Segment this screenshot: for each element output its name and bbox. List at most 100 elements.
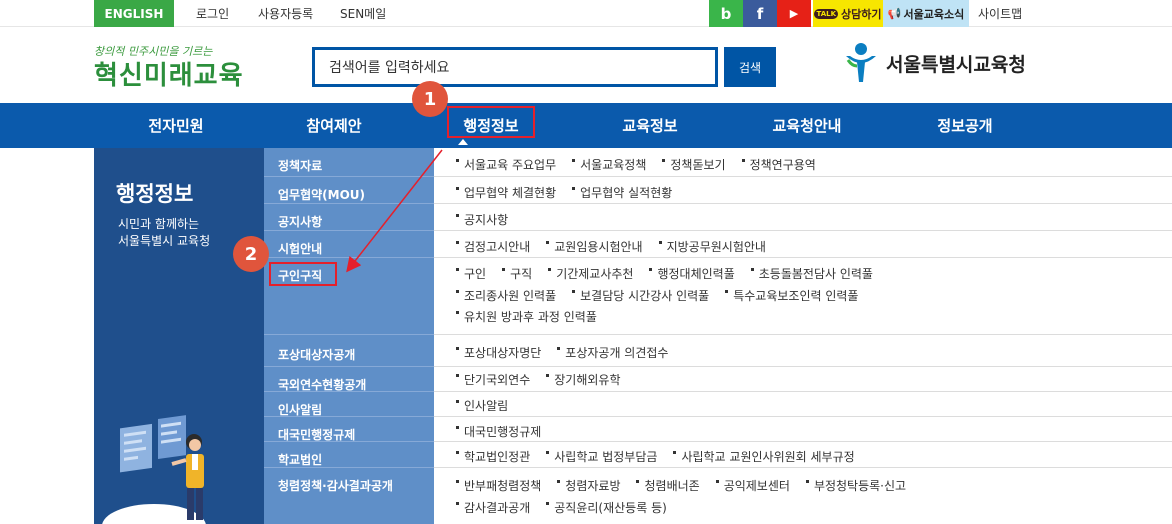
submenu-line: 구인 구직 기간제교사추천 행정대체인력풀 초등돌봄전담사 인력풀 bbox=[456, 265, 889, 282]
submenu-link[interactable]: 사립학교 교원인사위원회 세부규정 bbox=[673, 448, 855, 465]
utility-bar: ENGLISH 로그인 사용자등록 SEN메일 b f ▶ TALK 상담하기 … bbox=[0, 0, 1172, 27]
nav-item-disclosure[interactable]: 정보공개 bbox=[897, 103, 1033, 148]
sen-mail-link[interactable]: SEN메일 bbox=[340, 0, 386, 27]
news-label: 서울교육소식 bbox=[903, 7, 965, 21]
submenu-row: 공지사항 bbox=[434, 204, 1172, 231]
category-regulation[interactable]: 대국민행정규제 bbox=[264, 417, 434, 442]
category-policy[interactable]: 정책자료 bbox=[264, 148, 434, 177]
staff-illustration bbox=[102, 415, 206, 524]
submenu-link[interactable]: 포상대상자명단 bbox=[456, 344, 541, 361]
submenu-link[interactable]: 반부패청렴정책 bbox=[456, 477, 541, 494]
submenu-link[interactable]: 구인 bbox=[456, 265, 486, 282]
submenu-link[interactable]: 행정대체인력풀 bbox=[649, 265, 735, 282]
submenu-link[interactable]: 정책연구용역 bbox=[741, 156, 816, 173]
category-column: 정책자료 업무협약(MOU) 공지사항 시험안내 구인구직 포상대상자공개 국외… bbox=[264, 148, 434, 524]
submenu-row: 인사알림 bbox=[434, 392, 1172, 417]
submenu-line: 단기국외연수 장기해외유학 bbox=[456, 371, 637, 388]
kakao-consult-button[interactable]: TALK 상담하기 bbox=[813, 0, 883, 27]
sitemap-link[interactable]: 사이트맵 bbox=[978, 0, 1022, 27]
submenu-link[interactable]: 업무협약 실적현황 bbox=[572, 184, 672, 201]
submenu-link[interactable]: 구직 bbox=[502, 265, 532, 282]
consult-label: 상담하기 bbox=[841, 7, 882, 21]
submenu-link[interactable]: 공익제보센터 bbox=[715, 477, 790, 494]
submenu-row: 포상대상자명단 포상자공개 의견접수 bbox=[434, 335, 1172, 367]
news-button[interactable]: 📢 서울교육소식 bbox=[883, 0, 969, 27]
submenu-link[interactable]: 서울교육 주요업무 bbox=[456, 156, 556, 173]
submenu-line: 대국민행정규제 bbox=[456, 423, 557, 440]
submenu-link[interactable]: 공지사항 bbox=[456, 211, 508, 228]
nav-item-e-civil[interactable]: 전자민원 bbox=[108, 103, 244, 148]
category-mou[interactable]: 업무협약(MOU) bbox=[264, 177, 434, 204]
submenu-line: 검정고시안내 교원임용시험안내 지방공무원시험안내 bbox=[456, 238, 782, 255]
section-title: 행정정보 bbox=[116, 182, 194, 206]
submenu-row: 구인 구직 기간제교사추천 행정대체인력풀 초등돌봄전담사 인력풀 조리종사원 … bbox=[434, 258, 1172, 335]
register-link[interactable]: 사용자등록 bbox=[258, 0, 313, 27]
kakao-talk-icon: TALK bbox=[814, 8, 839, 19]
submenu-link[interactable]: 서울교육정책 bbox=[572, 156, 646, 173]
submenu-link[interactable]: 청렴배너존 bbox=[636, 477, 700, 494]
submenu-line: 업무협약 체결현황 업무협약 실적현황 bbox=[456, 184, 688, 201]
submenu-link[interactable]: 청렴자료방 bbox=[557, 477, 620, 494]
category-awards[interactable]: 포상대상자공개 bbox=[264, 335, 434, 367]
submenu-link[interactable]: 지방공무원시험안내 bbox=[658, 238, 766, 255]
submenu-link[interactable]: 초등돌봄전담사 인력풀 bbox=[750, 265, 873, 282]
nav-item-education-info[interactable]: 교육정보 bbox=[582, 103, 718, 148]
search-input[interactable]: 검색어를 입력하세요 bbox=[312, 47, 718, 87]
header: 창의적 민주시민을 기르는 혁신미래교육 검색어를 입력하세요 검색 서울특별시… bbox=[0, 27, 1172, 103]
submenu-link[interactable]: 포상자공개 의견접수 bbox=[557, 344, 668, 361]
description-line: 시민과 함께하는 bbox=[118, 217, 200, 231]
submenu-row: 반부패청렴정책 청렴자료방 청렴배너존 공익제보센터 부정청탁등록·신고 감사결… bbox=[434, 468, 1172, 524]
submenu-line: 서울교육 주요업무 서울교육정책 정책돋보기 정책연구용역 bbox=[456, 156, 832, 173]
category-integrity[interactable]: 청렴정책·감사결과공개 bbox=[264, 468, 434, 524]
submenu-link[interactable]: 특수교육보조인력 인력풀 bbox=[725, 287, 858, 304]
submenu-link[interactable]: 업무협약 체결현황 bbox=[456, 184, 556, 201]
submenu-link[interactable]: 교원임용시험안내 bbox=[546, 238, 643, 255]
submenu-link[interactable]: 사립학교 법정부담금 bbox=[546, 448, 657, 465]
submenu-link[interactable]: 유치원 방과후 과정 인력풀 bbox=[456, 308, 597, 325]
seoul-education-logo[interactable]: 서울특별시교육청 bbox=[842, 41, 1042, 85]
submenu-row: 검정고시안내 교원임용시험안내 지방공무원시험안내 bbox=[434, 231, 1172, 258]
submenu-link[interactable]: 학교법인정관 bbox=[456, 448, 530, 465]
submenu-row: 대국민행정규제 bbox=[434, 417, 1172, 442]
submenu-link[interactable]: 보결담당 시간강사 인력풀 bbox=[572, 287, 709, 304]
submenu-link[interactable]: 기간제교사추천 bbox=[548, 265, 633, 282]
submenu-link[interactable]: 검정고시안내 bbox=[456, 238, 530, 255]
step-2-badge: 2 bbox=[233, 236, 269, 272]
nav-item-participation[interactable]: 참여제안 bbox=[266, 103, 402, 148]
main-nav: 전자민원 참여제안 행정정보 교육정보 교육청안내 정보공개 bbox=[0, 103, 1172, 148]
youtube-icon[interactable]: ▶ bbox=[777, 0, 811, 27]
submenu-link[interactable]: 대국민행정규제 bbox=[456, 423, 541, 440]
submenu-row: 업무협약 체결현황 업무협약 실적현황 bbox=[434, 177, 1172, 204]
english-link[interactable]: ENGLISH bbox=[94, 0, 174, 27]
submenu-line: 반부패청렴정책 청렴자료방 청렴배너존 공익제보센터 부정청탁등록·신고 bbox=[456, 477, 922, 494]
step-1-badge: 1 bbox=[412, 81, 448, 117]
submenu-row: 서울교육 주요업무 서울교육정책 정책돋보기 정책연구용역 bbox=[434, 148, 1172, 177]
submenu-row: 단기국외연수 장기해외유학 bbox=[434, 367, 1172, 392]
submenu-link[interactable]: 공직윤리(재산등록 등) bbox=[546, 499, 667, 516]
jobs-highlight-box bbox=[269, 262, 337, 286]
submenu-line: 조리종사원 인력풀 보결담당 시간강사 인력풀 특수교육보조인력 인력풀 bbox=[456, 287, 874, 304]
page: ENGLISH 로그인 사용자등록 SEN메일 b f ▶ TALK 상담하기 … bbox=[0, 0, 1172, 524]
submenu-link[interactable]: 장기해외유학 bbox=[546, 371, 621, 388]
submenu-link[interactable]: 정책돋보기 bbox=[662, 156, 726, 173]
submenu-link[interactable]: 부정청탁등록·신고 bbox=[805, 477, 906, 494]
submenu-line: 감사결과공개 공직윤리(재산등록 등) bbox=[456, 499, 683, 516]
submenu-link[interactable]: 감사결과공개 bbox=[456, 499, 530, 516]
seoul-emblem-icon bbox=[846, 43, 876, 82]
category-notice[interactable]: 공지사항 bbox=[264, 204, 434, 231]
section-description: 시민과 함께하는 서울특별시 교육청 bbox=[118, 216, 210, 250]
category-personnel[interactable]: 인사알림 bbox=[264, 392, 434, 417]
nav-item-office-guide[interactable]: 교육청안내 bbox=[739, 103, 875, 148]
category-exam[interactable]: 시험안내 bbox=[264, 231, 434, 258]
blog-icon[interactable]: b bbox=[709, 0, 743, 27]
brand-text: 혁신미래교육 bbox=[94, 61, 244, 91]
submenu-link[interactable]: 조리종사원 인력풀 bbox=[456, 287, 556, 304]
facebook-icon[interactable]: f bbox=[743, 0, 777, 27]
slogan-logo[interactable]: 창의적 민주시민을 기르는 혁신미래교육 bbox=[94, 43, 244, 91]
search-button[interactable]: 검색 bbox=[724, 47, 776, 87]
category-overseas[interactable]: 국외연수현황공개 bbox=[264, 367, 434, 392]
submenu-link[interactable]: 인사알림 bbox=[456, 397, 508, 414]
submenu-link[interactable]: 단기국외연수 bbox=[456, 371, 530, 388]
category-school-corp[interactable]: 학교법인 bbox=[264, 442, 434, 468]
login-link[interactable]: 로그인 bbox=[196, 0, 229, 27]
